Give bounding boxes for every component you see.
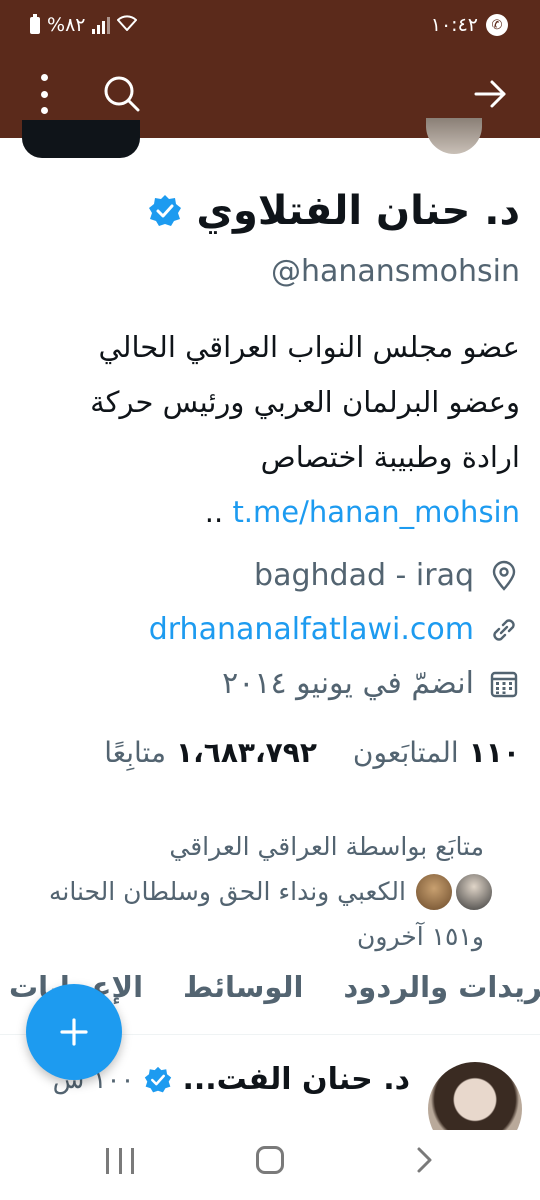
wifi-icon [117, 14, 138, 36]
profile-bio: عضو مجلس النواب العراقي الحالي وعضو البر… [40, 320, 520, 540]
location-text: baghdad - iraq [254, 558, 474, 593]
recent-apps-icon[interactable] [106, 1148, 134, 1174]
joined-row: انضمّ في يونيو ٢٠١٤ [222, 666, 520, 701]
website-row: drhananalfatlawi.com [149, 612, 520, 647]
clock: ١٠:٤٢ [430, 14, 478, 36]
mutual-avatar [414, 871, 454, 912]
nav-back-icon[interactable] [410, 1146, 438, 1174]
website-link[interactable]: drhananalfatlawi.com [149, 612, 474, 647]
plus-icon [60, 1018, 88, 1046]
follow-button[interactable] [22, 120, 140, 158]
followers-count: ١،٦٨٣،٧٩٢ [176, 736, 317, 769]
following-label: المتابَعون [352, 736, 459, 769]
mutual-avatars [414, 871, 494, 912]
bio-ellipsis: .. [204, 495, 233, 529]
followed-by-line-2: الكعبي ونداء الحق وسلطان الحنانه [0, 869, 494, 914]
calendar-icon [490, 671, 518, 697]
followed-by-line-1: متابَع بواسطة العراقي العراقي [169, 832, 484, 861]
status-bar: %٨٢ ١٠:٤٢ ✆ [0, 0, 540, 52]
tab-tweets-replies[interactable]: التغريدات والردود [343, 970, 540, 1030]
followed-by-line-3: و١٥١ آخرون [357, 922, 484, 951]
profile-handle: @hanansmohsin [270, 254, 520, 289]
followers-label: متابِعًا [104, 736, 166, 769]
call-icon: ✆ [486, 14, 508, 36]
back-arrow-icon[interactable] [468, 72, 512, 116]
tweet-text: ... [385, 1116, 410, 1130]
battery-level: %٨٢ [47, 14, 86, 36]
verified-badge-icon [145, 1066, 172, 1092]
status-left: %٨٢ [30, 13, 138, 36]
status-right: ١٠:٤٢ ✆ [431, 14, 508, 36]
followed-by-names: الكعبي ونداء الحق وسلطان الحنانه [48, 877, 406, 906]
system-nav-bar [0, 1130, 540, 1200]
mutual-avatar [454, 871, 494, 912]
followed-by[interactable]: متابَع بواسطة العراقي العراقي الكعبي وند… [0, 824, 494, 959]
home-icon[interactable] [256, 1146, 284, 1174]
more-options-icon[interactable] [36, 74, 52, 114]
compose-button[interactable] [26, 984, 122, 1080]
bio-link[interactable]: t.me/hanan_mohsin [232, 495, 520, 529]
tab-media[interactable]: الوسائط [183, 970, 303, 1030]
profile-name: د. حنان الفتلاوي [196, 188, 520, 234]
location-row: baghdad - iraq [254, 558, 520, 593]
link-icon [493, 618, 515, 641]
verified-badge-icon [149, 195, 182, 226]
bio-text: عضو مجلس النواب العراقي الحالي وعضو البر… [90, 330, 520, 474]
tweet-author: د. حنان الفت... [182, 1062, 410, 1097]
name-row: د. حنان الفتلاوي [148, 188, 520, 234]
search-icon[interactable] [100, 72, 144, 116]
location-pin-icon [492, 560, 516, 591]
followers-link[interactable]: ١،٦٨٣،٧٩٢ متابِعًا [104, 736, 317, 769]
signal-icon [92, 16, 111, 34]
battery-icon [30, 13, 40, 34]
follow-counts: ١١٠ المتابَعون ١،٦٨٣،٧٩٢ متابِعًا [104, 736, 520, 769]
following-count: ١١٠ [468, 736, 520, 769]
profile-avatar[interactable] [426, 118, 482, 154]
joined-text: انضمّ في يونيو ٢٠١٤ [222, 666, 474, 701]
tweet-avatar[interactable] [428, 1062, 522, 1130]
following-link[interactable]: ١١٠ المتابَعون [353, 736, 520, 769]
